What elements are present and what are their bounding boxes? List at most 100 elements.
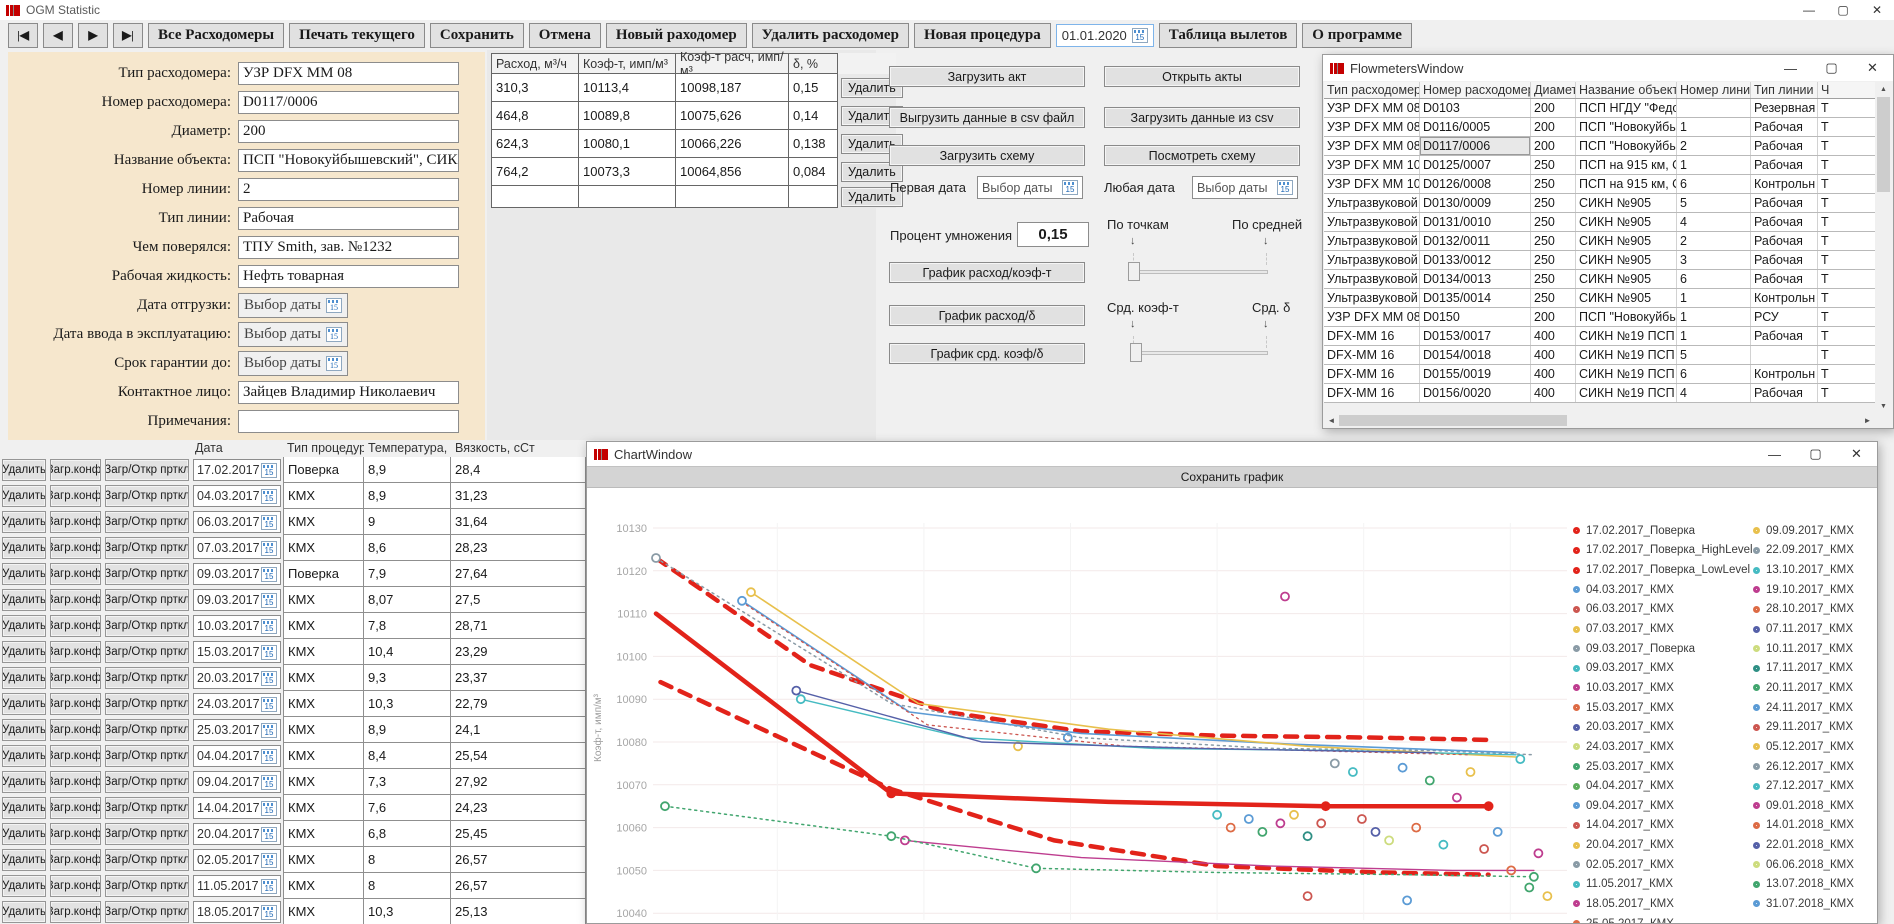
flowmeter-cell[interactable] bbox=[1751, 346, 1818, 364]
measurement-cell[interactable] bbox=[676, 186, 789, 208]
procedure-date-picker[interactable]: 25.03.201715 bbox=[193, 719, 281, 741]
toolbar-button[interactable]: Удалить расходомер bbox=[752, 23, 909, 48]
flowmeter-cell[interactable]: Т bbox=[1818, 194, 1877, 212]
open-protocol-button[interactable]: Загр/Откр прткл bbox=[105, 537, 189, 559]
flowmeter-cell[interactable]: 2 bbox=[1677, 137, 1751, 155]
flowmeter-row[interactable]: УЗР DFX MM 08D0150200ПСП "Новокуйбыш1РСУ… bbox=[1324, 308, 1875, 327]
flowmeter-cell[interactable]: Т bbox=[1818, 289, 1877, 307]
procedure-date-picker[interactable]: 09.03.201715 bbox=[193, 589, 281, 611]
measurement-cell[interactable]: 10066,226 bbox=[676, 130, 789, 158]
measurement-cell[interactable]: 764,2 bbox=[491, 158, 579, 186]
load-config-button[interactable]: Загр.конф. bbox=[50, 771, 101, 793]
flowmeter-cell[interactable]: Ультразвуковой bbox=[1324, 194, 1420, 212]
measurement-cell[interactable]: 0,14 bbox=[789, 102, 838, 130]
flowmeter-cell[interactable]: Т bbox=[1818, 213, 1877, 231]
delete-procedure-button[interactable]: Удалить bbox=[2, 745, 46, 767]
measurement-cell[interactable]: 0,084 bbox=[789, 158, 838, 186]
load-config-button[interactable]: Загр.конф. bbox=[50, 797, 101, 819]
date-picker-button[interactable]: Выбор даты15 bbox=[238, 293, 348, 318]
flowmeter-cell[interactable]: Т bbox=[1818, 270, 1877, 288]
column-header[interactable]: Номер расходомера bbox=[1420, 82, 1531, 98]
toolbar-button[interactable]: Все Расходомеры bbox=[148, 23, 284, 48]
measurement-cell[interactable]: 10075,626 bbox=[676, 102, 789, 130]
flowmeter-cell[interactable] bbox=[1677, 99, 1751, 117]
flowmeter-cell[interactable]: СИКН №905 bbox=[1576, 251, 1677, 269]
calendar-icon[interactable]: 15 bbox=[261, 879, 277, 894]
flowmeter-cell[interactable]: ПСП на 915 км, СИ bbox=[1576, 175, 1677, 193]
flowmeter-cell[interactable]: Рабочая bbox=[1751, 118, 1818, 136]
flowmeter-cell[interactable]: 400 bbox=[1531, 384, 1576, 402]
flowmeter-row[interactable]: DFX-MM 16D0154/0018400СИКН №19 ПСП Л5Т bbox=[1324, 346, 1875, 365]
flowmeter-cell[interactable]: 3 bbox=[1677, 251, 1751, 269]
flowmeter-cell[interactable]: 200 bbox=[1531, 99, 1576, 117]
flowmeter-cell[interactable]: Т bbox=[1818, 365, 1877, 383]
minimize-icon[interactable]: — bbox=[1792, 0, 1826, 20]
flowmeter-cell[interactable]: 5 bbox=[1677, 194, 1751, 212]
column-header[interactable]: Тип расходомера bbox=[1324, 82, 1420, 98]
scroll-left-icon[interactable]: ◄ bbox=[1324, 414, 1339, 427]
flowmeter-row[interactable]: УльтразвуковойD0131/0010250СИКН №9054Раб… bbox=[1324, 213, 1875, 232]
measurement-cell[interactable] bbox=[789, 186, 838, 208]
flowmeter-cell[interactable]: СИКН №905 bbox=[1576, 232, 1677, 250]
flowmeter-cell[interactable]: Контрольн bbox=[1751, 289, 1818, 307]
measurement-cell[interactable] bbox=[491, 186, 579, 208]
flowmeter-cell[interactable]: Рабочая bbox=[1751, 232, 1818, 250]
open-protocol-button[interactable]: Загр/Откр прткл bbox=[105, 667, 189, 689]
flowmeter-cell[interactable]: 1 bbox=[1677, 156, 1751, 174]
flowmeter-row[interactable]: УЗР DFX MM 08D0116/0005200ПСП "Новокуйбы… bbox=[1324, 118, 1875, 137]
load-config-button[interactable]: Загр.конф. bbox=[50, 849, 101, 871]
flowmeter-cell[interactable]: СИКН №905 bbox=[1576, 194, 1677, 212]
toolbar-button[interactable]: Новая процедура bbox=[914, 23, 1051, 48]
measurement-cell[interactable]: 10089,8 bbox=[579, 102, 676, 130]
flowmeter-cell[interactable]: D0130/0009 bbox=[1420, 194, 1531, 212]
flowmeter-cell[interactable]: Рабочая bbox=[1751, 156, 1818, 174]
action-button[interactable]: Загрузить данные из csv bbox=[1104, 107, 1300, 128]
date-picker-button[interactable]: Выбор даты15 bbox=[238, 351, 348, 376]
flowmeter-cell[interactable]: Т bbox=[1818, 175, 1877, 193]
flowmeter-cell[interactable]: Ультразвуковой bbox=[1324, 232, 1420, 250]
procedure-date-picker[interactable]: 07.03.201715 bbox=[193, 537, 281, 559]
procedure-date-picker[interactable]: 20.03.201715 bbox=[193, 667, 281, 689]
delete-procedure-button[interactable]: Удалить bbox=[2, 719, 46, 741]
load-config-button[interactable]: Загр.конф. bbox=[50, 719, 101, 741]
flowmeter-cell[interactable]: СИКН №19 ПСП Л bbox=[1576, 346, 1677, 364]
flowmeter-cell[interactable]: 6 bbox=[1677, 175, 1751, 193]
measurement-cell[interactable]: 624,3 bbox=[491, 130, 579, 158]
open-protocol-button[interactable]: Загр/Откр прткл bbox=[105, 641, 189, 663]
flowmeter-cell[interactable]: 250 bbox=[1531, 156, 1576, 174]
measurement-cell[interactable]: 10080,1 bbox=[579, 130, 676, 158]
open-protocol-button[interactable]: Загр/Откр прткл bbox=[105, 797, 189, 819]
flowmeter-row[interactable]: УльтразвуковойD0130/0009250СИКН №9055Раб… bbox=[1324, 194, 1875, 213]
open-protocol-button[interactable]: Загр/Откр прткл bbox=[105, 485, 189, 507]
delete-procedure-button[interactable]: Удалить bbox=[2, 901, 46, 923]
flowmeter-row[interactable]: DFX-MM 16D0155/0019400СИКН №19 ПСП Л6Кон… bbox=[1324, 365, 1875, 384]
flowmeter-cell[interactable]: 5 bbox=[1677, 346, 1751, 364]
scrollbar-thumb[interactable] bbox=[1339, 415, 1567, 426]
measurement-cell[interactable]: 10113,4 bbox=[579, 74, 676, 102]
procedure-date-picker[interactable]: 11.05.201715 bbox=[193, 875, 281, 897]
flowmeter-cell[interactable]: 2 bbox=[1677, 232, 1751, 250]
flowmeter-row[interactable]: УЗР DFX MM 08D0103200ПСП НГДУ "ФедорсРез… bbox=[1324, 99, 1875, 118]
calendar-icon[interactable]: 15 bbox=[261, 749, 277, 764]
flowmeter-cell[interactable]: D0134/0013 bbox=[1420, 270, 1531, 288]
flowmeter-cell[interactable]: 1 bbox=[1677, 118, 1751, 136]
load-config-button[interactable]: Загр.конф. bbox=[50, 875, 101, 897]
open-protocol-button[interactable]: Загр/Откр прткл bbox=[105, 823, 189, 845]
flowmeter-cell[interactable]: СИКН №905 bbox=[1576, 289, 1677, 307]
flowmeter-cell[interactable]: D0131/0010 bbox=[1420, 213, 1531, 231]
load-config-button[interactable]: Загр.конф. bbox=[50, 459, 101, 481]
flowmeter-cell[interactable]: Т bbox=[1818, 99, 1877, 117]
flowmeter-cell[interactable]: УЗР DFX MM 10 bbox=[1324, 175, 1420, 193]
flowmeter-cell[interactable]: ПСП "Новокуйбыш bbox=[1576, 308, 1677, 326]
any-date-picker[interactable]: Выбор даты 15 bbox=[1192, 176, 1298, 199]
scroll-down-icon[interactable]: ▼ bbox=[1875, 399, 1892, 414]
form-field-input[interactable]: 2 bbox=[238, 178, 459, 201]
flowmeter-cell[interactable]: Рабочая bbox=[1751, 194, 1818, 212]
calendar-icon[interactable]: 15 bbox=[326, 298, 342, 313]
flowmeter-cell[interactable]: СИКН №19 ПСП Л bbox=[1576, 384, 1677, 402]
flowmeter-row[interactable]: DFX-MM 16D0153/0017400СИКН №19 ПСП Л1Раб… bbox=[1324, 327, 1875, 346]
flowmeter-cell[interactable]: 6 bbox=[1677, 365, 1751, 383]
chart-button[interactable]: График расход/δ bbox=[889, 305, 1085, 326]
toolbar-button[interactable]: Таблица вылетов bbox=[1159, 23, 1298, 48]
procedure-date-picker[interactable]: 15.03.201715 bbox=[193, 641, 281, 663]
